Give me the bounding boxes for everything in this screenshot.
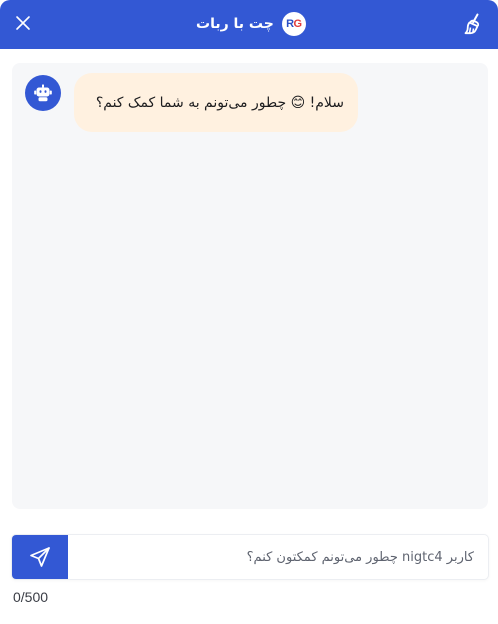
logo-letter-r: R (286, 18, 294, 30)
broom-icon (464, 13, 480, 35)
chat-messages-area[interactable]: سلام! 😊 چطور می‌تونم به شما کمک کنم؟ (12, 63, 488, 509)
bot-message-bubble: سلام! 😊 چطور می‌تونم به شما کمک کنم؟ (74, 73, 358, 132)
bot-message-text: سلام! 😊 چطور می‌تونم به شما کمک کنم؟ (95, 94, 344, 111)
rg-logo: RG (281, 12, 306, 36)
character-counter: 0/500 (13, 589, 49, 605)
close-icon (16, 16, 30, 30)
clear-chat-button[interactable] (461, 11, 487, 37)
send-button[interactable] (12, 535, 68, 579)
message-input[interactable] (68, 535, 488, 579)
message-composer (12, 535, 488, 579)
send-icon (30, 547, 50, 567)
logo-letter-g: G (293, 18, 303, 30)
bot-avatar (25, 75, 61, 111)
header-title-group: چت با ربات RG (196, 12, 306, 36)
robot-icon (34, 84, 52, 102)
page-title: چت با ربات (196, 16, 274, 32)
chat-header: چت با ربات RG (0, 0, 498, 49)
close-button[interactable] (13, 13, 33, 33)
